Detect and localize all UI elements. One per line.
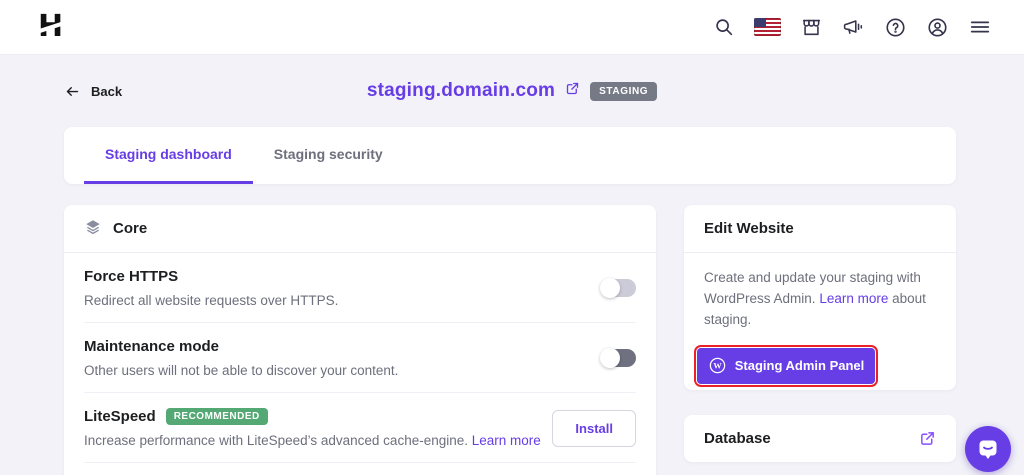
database-card[interactable]: Database — [684, 415, 956, 462]
page-title: staging.domain.com — [367, 80, 555, 102]
megaphone-icon[interactable] — [842, 16, 865, 38]
page-header: Back staging.domain.com STAGING — [64, 80, 960, 112]
layers-icon — [84, 218, 102, 240]
top-navbar: H — [0, 0, 1024, 55]
wordpress-icon: W — [708, 356, 727, 375]
litespeed-title: LiteSpeed — [84, 408, 156, 425]
hostinger-logo-icon[interactable]: H — [38, 13, 64, 41]
core-card: Core Force HTTPS Redirect all website re… — [64, 205, 656, 475]
chat-icon — [976, 437, 1000, 461]
database-title: Database — [704, 430, 771, 447]
tab-staging-dashboard[interactable]: Staging dashboard — [84, 127, 253, 184]
external-link-icon[interactable] — [565, 81, 580, 101]
recommended-badge: RECOMMENDED — [166, 408, 268, 425]
toggle-knob — [600, 348, 620, 368]
svg-text:W: W — [713, 362, 722, 371]
maintenance-mode-toggle[interactable] — [602, 349, 636, 367]
setting-row-maintenance-mode: Maintenance mode Other users will not be… — [84, 323, 636, 393]
row-text: LiteSpeed RECOMMENDED Increase performan… — [84, 408, 541, 448]
edit-website-title: Edit Website — [704, 220, 794, 237]
help-icon[interactable] — [884, 16, 907, 39]
setting-row-force-https: Force HTTPS Redirect all website request… — [84, 253, 636, 323]
setting-description: Other users will not be able to discover… — [84, 363, 398, 378]
tab-staging-security[interactable]: Staging security — [253, 127, 404, 184]
setting-title: LiteSpeed RECOMMENDED — [84, 408, 541, 425]
toggle-knob — [600, 278, 620, 298]
account-icon[interactable] — [926, 16, 949, 39]
edit-website-card: Edit Website Create and update your stag… — [684, 205, 956, 390]
staging-admin-panel-button[interactable]: W Staging Admin Panel — [697, 348, 875, 384]
database-external-link-icon[interactable] — [919, 430, 936, 447]
navbar-icons — [713, 16, 992, 39]
edit-website-header: Edit Website — [684, 205, 956, 253]
edit-website-body: Create and update your staging with Word… — [684, 253, 956, 331]
language-flag-icon[interactable] — [754, 18, 781, 36]
flag-canton — [754, 18, 766, 27]
setting-row-litespeed: LiteSpeed RECOMMENDED Increase performan… — [84, 393, 636, 463]
title-group: staging.domain.com STAGING — [64, 80, 960, 102]
store-icon[interactable] — [800, 16, 823, 38]
us-flag — [754, 18, 781, 36]
setting-title: Force HTTPS — [84, 268, 338, 285]
core-card-title: Core — [113, 220, 147, 237]
staging-learn-more-link[interactable]: Learn more — [819, 291, 888, 306]
core-card-header: Core — [64, 205, 656, 253]
menu-icon[interactable] — [968, 16, 992, 38]
staging-badge: STAGING — [590, 82, 657, 101]
row-text: Maintenance mode Other users will not be… — [84, 338, 398, 378]
litespeed-description: Increase performance with LiteSpeed’s ad… — [84, 433, 468, 448]
row-text: Force HTTPS Redirect all website request… — [84, 268, 338, 308]
tabs-bar: Staging dashboard Staging security — [64, 127, 956, 184]
setting-description: Redirect all website requests over HTTPS… — [84, 293, 338, 308]
chat-widget-button[interactable] — [965, 426, 1011, 472]
setting-description: Increase performance with LiteSpeed’s ad… — [84, 433, 541, 448]
force-https-toggle[interactable] — [602, 279, 636, 297]
search-icon[interactable] — [713, 16, 735, 38]
setting-title: Maintenance mode — [84, 338, 398, 355]
litespeed-learn-more-link[interactable]: Learn more — [472, 433, 541, 448]
staging-admin-panel-label: Staging Admin Panel — [735, 358, 865, 373]
edit-website-description: Create and update your staging with Word… — [704, 270, 921, 306]
install-button[interactable]: Install — [552, 410, 636, 447]
